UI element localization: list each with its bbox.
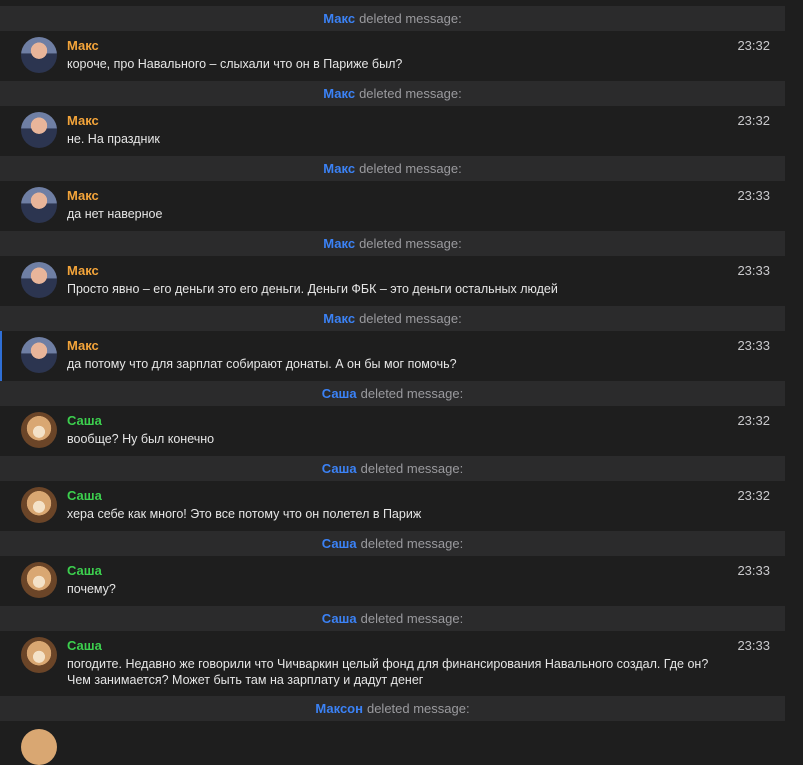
message-author[interactable]: Макс — [67, 338, 99, 353]
message-time: 23:33 — [737, 338, 770, 353]
avatar[interactable] — [21, 187, 57, 223]
message-time: 23:32 — [737, 488, 770, 503]
message-time: 23:32 — [737, 413, 770, 428]
message-text: не. На праздник — [67, 132, 160, 146]
message-row[interactable]: Макс Просто явно – его деньги это его де… — [0, 256, 785, 306]
message-row[interactable]: Макс да нет наверное 23:33 — [0, 181, 785, 231]
notice-text: deleted message: — [366, 701, 470, 716]
message-row[interactable]: Саша хера себе как много! Это все потому… — [0, 481, 785, 531]
avatar[interactable] — [21, 412, 57, 448]
notice-author[interactable]: Макс — [323, 11, 355, 26]
message-text: Просто явно – его деньги это его деньги.… — [67, 282, 558, 296]
message-row[interactable]: Саша вообще? Ну был конечно 23:32 — [0, 406, 785, 456]
avatar[interactable] — [21, 562, 57, 598]
notice-text: deleted message: — [360, 611, 464, 626]
avatar[interactable] — [21, 637, 57, 673]
avatar[interactable] — [21, 729, 57, 765]
message-text: да потому что для зарплат собирают донат… — [67, 357, 457, 371]
notice-author[interactable]: Макс — [323, 311, 355, 326]
notice-text: deleted message: — [359, 11, 462, 26]
message-author[interactable]: Макс — [67, 113, 99, 128]
deleted-message-notice: Макс deleted message: — [0, 231, 785, 256]
message-author[interactable]: Макс — [67, 263, 99, 278]
deleted-message-notice: Саша deleted message: — [0, 381, 785, 406]
message-row[interactable]: Макс да потому что для зарплат собирают … — [0, 331, 785, 381]
notice-author[interactable]: Саша — [322, 536, 357, 551]
message-text: да нет наверное — [67, 207, 163, 221]
message-text: короче, про Навального – слыхали что он … — [67, 57, 403, 71]
avatar[interactable] — [21, 112, 57, 148]
deleted-message-notice: Саша deleted message: — [0, 531, 785, 556]
notice-text: deleted message: — [360, 461, 464, 476]
notice-text: deleted message: — [359, 311, 462, 326]
message-text: вообще? Ну был конечно — [67, 432, 215, 446]
notice-author[interactable]: Максон — [315, 701, 363, 716]
message-time: 23:33 — [737, 563, 770, 578]
avatar[interactable] — [21, 37, 57, 73]
message-text: погодите. Недавно же говорили что Чичвар… — [67, 657, 709, 687]
avatar[interactable] — [21, 262, 57, 298]
message-list[interactable]: Макс deleted message: Макс короче, про На… — [0, 0, 785, 721]
message-author[interactable]: Саша — [67, 488, 102, 503]
message-row[interactable]: Саша почему? 23:33 — [0, 556, 785, 606]
message-row[interactable]: Саша погодите. Недавно же говорили что Ч… — [0, 631, 785, 696]
notice-author[interactable]: Макс — [323, 86, 355, 101]
notice-author[interactable]: Макс — [323, 236, 355, 251]
notice-text: deleted message: — [360, 386, 464, 401]
notice-text: deleted message: — [360, 536, 464, 551]
avatar[interactable] — [21, 487, 57, 523]
notice-author[interactable]: Саша — [322, 461, 357, 476]
message-time: 23:32 — [737, 38, 770, 53]
message-time: 23:33 — [737, 188, 770, 203]
message-text: хера себе как много! Это все потому что … — [67, 507, 422, 521]
deleted-message-notice: Максон deleted message: — [0, 696, 785, 721]
message-author[interactable]: Саша — [67, 563, 102, 578]
message-time: 23:33 — [737, 638, 770, 653]
notice-author[interactable]: Макс — [323, 161, 355, 176]
deleted-message-notice: Саша deleted message: — [0, 456, 785, 481]
notice-text: deleted message: — [359, 161, 462, 176]
avatar[interactable] — [21, 337, 57, 373]
notice-text: deleted message: — [359, 86, 462, 101]
message-text: почему? — [67, 582, 116, 596]
message-author[interactable]: Макс — [67, 188, 99, 203]
message-author[interactable]: Макс — [67, 38, 99, 53]
deleted-message-notice: Макс deleted message: — [0, 6, 785, 31]
deleted-message-notice: Макс deleted message: — [0, 81, 785, 106]
message-time: 23:32 — [737, 113, 770, 128]
message-row[interactable]: Макс короче, про Навального – слыхали чт… — [0, 31, 785, 81]
deleted-message-notice: Макс deleted message: — [0, 306, 785, 331]
message-time: 23:33 — [737, 263, 770, 278]
notice-author[interactable]: Саша — [322, 386, 357, 401]
message-author[interactable]: Саша — [67, 413, 102, 428]
deleted-message-notice: Саша deleted message: — [0, 606, 785, 631]
notice-author[interactable]: Саша — [322, 611, 357, 626]
message-row[interactable]: Макс не. На праздник 23:32 — [0, 106, 785, 156]
deleted-message-notice: Макс deleted message: — [0, 156, 785, 181]
scrollbar[interactable] — [785, 0, 803, 732]
message-author[interactable]: Саша — [67, 638, 102, 653]
notice-text: deleted message: — [359, 236, 462, 251]
